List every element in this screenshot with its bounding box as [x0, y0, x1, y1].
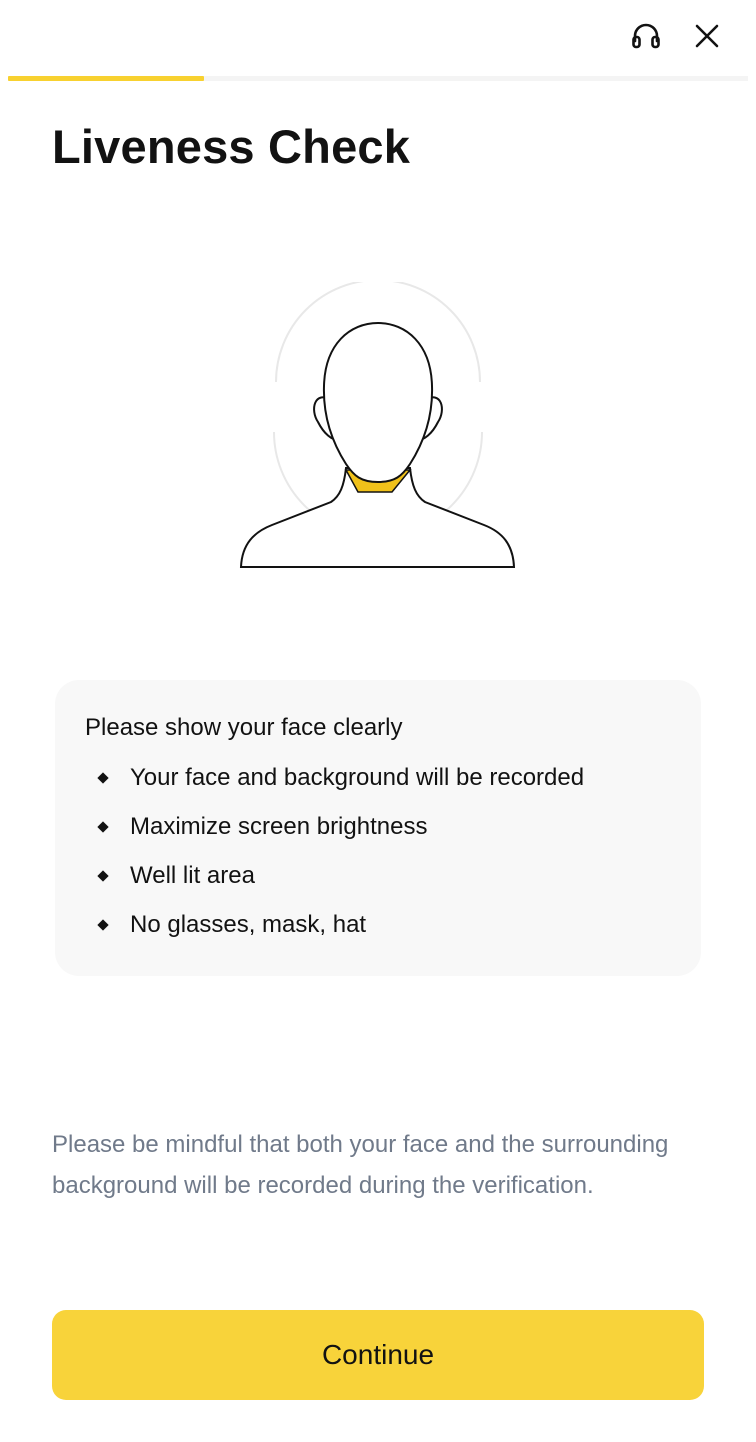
top-bar [0, 0, 756, 76]
list-item: No glasses, mask, hat [97, 909, 584, 958]
tip-text: Well lit area [130, 862, 255, 889]
progress-fill [8, 76, 205, 81]
list-item: Maximize screen brightness [97, 811, 584, 860]
headset-icon [632, 23, 660, 49]
tip-text: Your face and background will be recorde… [130, 764, 585, 791]
face-outline-icon [239, 282, 516, 568]
diamond-bullet-icon [97, 821, 109, 833]
list-item: Your face and background will be recorde… [97, 762, 585, 811]
continue-button[interactable]: Continue [52, 1310, 704, 1400]
diamond-bullet-icon [97, 919, 109, 931]
diamond-bullet-icon [97, 870, 109, 882]
close-icon [695, 24, 719, 48]
progress-bar [8, 76, 748, 81]
tips-list: Your face and background will be recorde… [97, 762, 585, 958]
page-title: Liveness Check [52, 120, 411, 173]
support-button[interactable] [626, 16, 666, 56]
close-button[interactable] [687, 16, 727, 56]
tip-text: No glasses, mask, hat [130, 911, 367, 938]
list-item: Well lit area [97, 860, 584, 909]
tips-heading: Please show your face clearly [85, 714, 403, 741]
diamond-bullet-icon [97, 772, 109, 784]
tips-card: Please show your face clearly Your face … [55, 680, 701, 976]
privacy-notice: Please be mindful that both your face an… [52, 1131, 669, 1199]
tip-text: Maximize screen brightness [130, 813, 428, 840]
